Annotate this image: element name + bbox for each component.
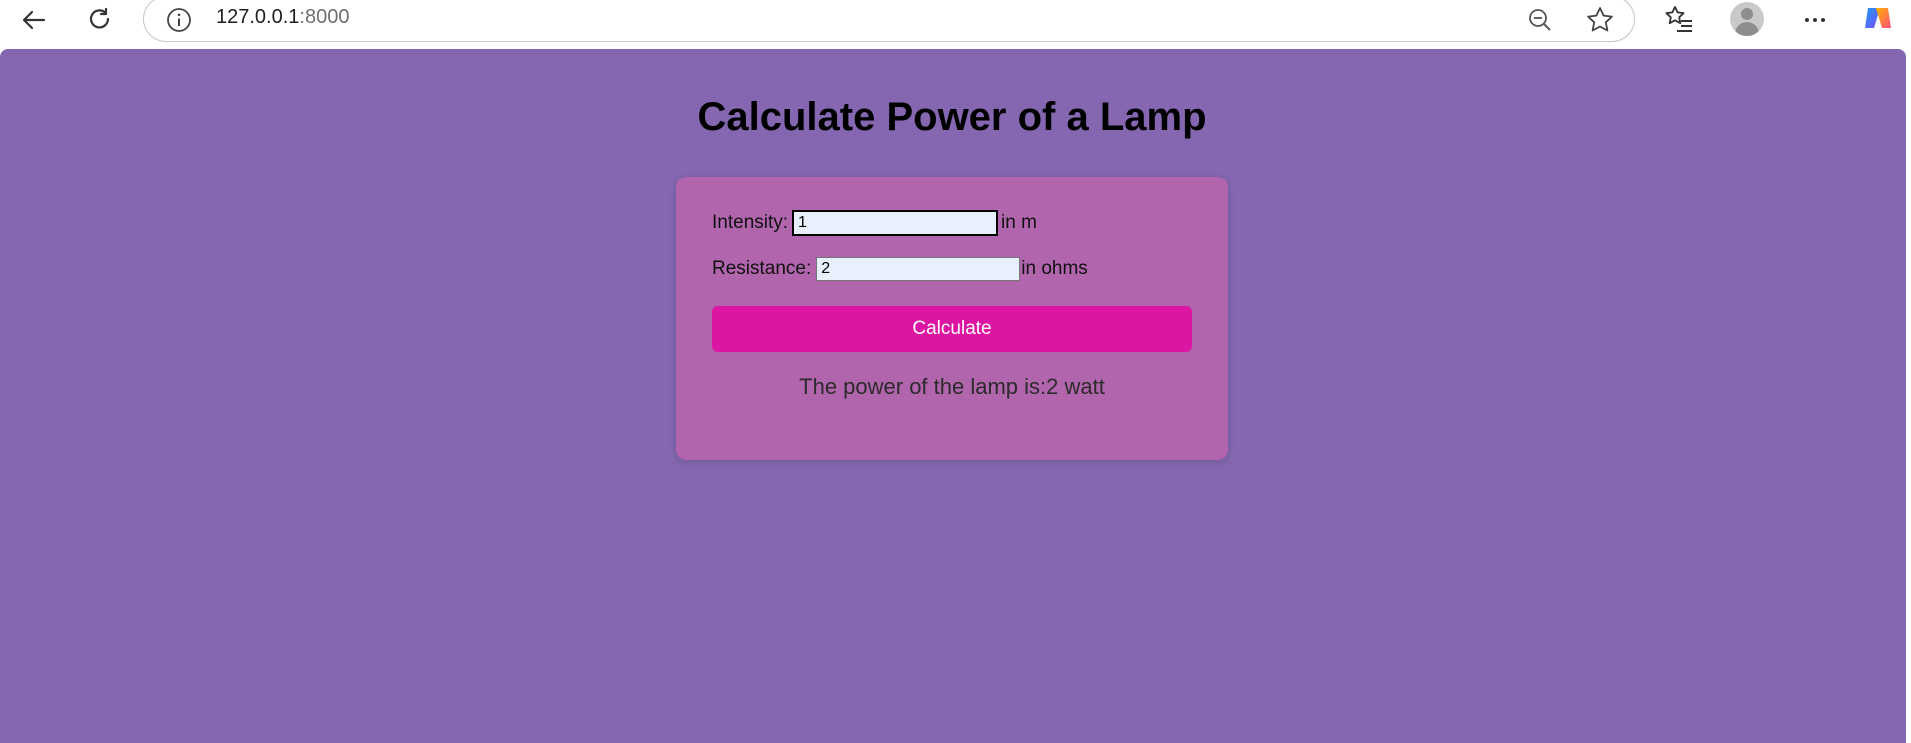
- reload-icon: [89, 7, 110, 29]
- address-bar[interactable]: 127.0.0.1:8000: [143, 0, 1635, 42]
- avatar-head-shape: [1741, 8, 1753, 20]
- back-arrow-icon: [22, 10, 46, 30]
- back-button[interactable]: [14, 0, 54, 40]
- info-icon[interactable]: [166, 7, 192, 33]
- reload-button[interactable]: [80, 0, 120, 40]
- zoom-out-icon[interactable]: [1527, 7, 1553, 33]
- calculator-card: Intensity: in m Resistance: in ohms Calc…: [676, 177, 1228, 460]
- resistance-label: Resistance:: [712, 258, 812, 279]
- calculate-button[interactable]: Calculate: [712, 306, 1192, 352]
- more-menu-icon[interactable]: [1801, 6, 1829, 34]
- resistance-input[interactable]: [816, 257, 1021, 281]
- intensity-input[interactable]: [792, 210, 999, 236]
- intensity-row: Intensity: in m: [712, 210, 1037, 236]
- profile-avatar-icon[interactable]: [1730, 2, 1764, 36]
- browser-toolbar: 127.0.0.1:8000: [0, 0, 1911, 49]
- copilot-icon[interactable]: [1862, 2, 1894, 34]
- resistance-row: Resistance: in ohms: [712, 257, 1088, 281]
- resistance-unit: in ohms: [1021, 258, 1088, 279]
- result-text: The power of the lamp is:2 watt: [799, 374, 1105, 399]
- url-text[interactable]: 127.0.0.1:8000: [216, 5, 349, 29]
- url-host: 127.0.0.1: [216, 6, 300, 28]
- url-port: :8000: [299, 6, 350, 28]
- page-title: Calculate Power of a Lamp: [697, 95, 1207, 139]
- star-icon[interactable]: [1585, 5, 1615, 35]
- intensity-label: Intensity:: [712, 212, 789, 233]
- page-content: Calculate Power of a Lamp Intensity: in …: [0, 49, 1906, 743]
- favorites-list-icon[interactable]: [1664, 4, 1694, 34]
- avatar-body-shape: [1735, 22, 1759, 36]
- intensity-unit: in m: [1001, 212, 1037, 233]
